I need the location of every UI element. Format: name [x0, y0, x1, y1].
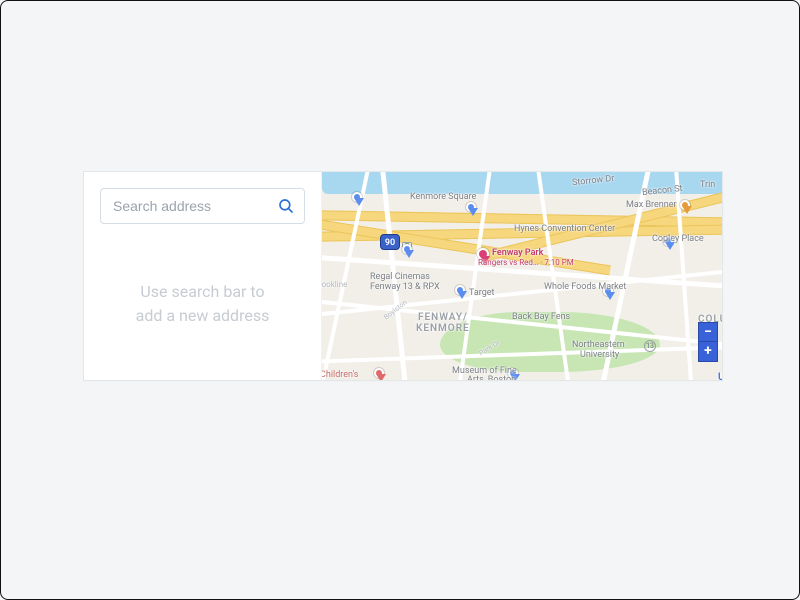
poi-label: Target	[469, 288, 495, 298]
zoom-in-button[interactable]: +	[698, 342, 718, 362]
map-pin-icon[interactable]	[374, 368, 384, 378]
zoom-out-button[interactable]: −	[698, 322, 718, 342]
poi-label: Northeastern	[572, 340, 625, 350]
poi-label: Max Brenner	[626, 200, 677, 210]
poi-label: Children's	[322, 370, 358, 380]
poi-label: Fenway 13 & RPX	[370, 282, 440, 292]
map-ui-label: U	[718, 372, 722, 380]
map-canvas[interactable]: 90 T 13 Kenmore Square Storrow Dr Beacon…	[322, 172, 722, 380]
exit-marker-icon: 13	[644, 340, 656, 352]
district-label: KENMORE	[416, 323, 470, 334]
poi-label: Trin	[700, 180, 715, 190]
poi-label: Kenmore Square	[410, 192, 476, 202]
poi-label: Copley Place	[652, 234, 704, 244]
empty-state-hint: Use search bar to add a new address	[100, 280, 305, 328]
map-pin-icon[interactable]	[352, 192, 362, 202]
map-pin-icon[interactable]	[466, 202, 476, 212]
app-frame: Use search bar to add a new address 90 T	[0, 0, 800, 600]
poi-label: Back Bay Fens	[512, 312, 570, 322]
poi-label: University	[580, 350, 619, 360]
road-label: Brookline	[322, 280, 347, 289]
poi-label: Whole Foods Market	[544, 282, 626, 292]
featured-poi-label: Fenway Park	[492, 248, 543, 258]
search-field-wrap	[100, 188, 305, 224]
address-picker-panel: Use search bar to add a new address 90 T	[83, 171, 723, 381]
district-label: FENWAY/	[418, 312, 468, 323]
empty-hint-line: add a new address	[104, 304, 301, 328]
poi-label: Arts, Boston	[467, 375, 516, 380]
map-pin-icon[interactable]	[402, 244, 412, 254]
empty-hint-line: Use search bar to	[104, 280, 301, 304]
poi-label: Hynes Convention Center	[514, 224, 615, 234]
zoom-controls: − +	[698, 322, 718, 362]
poi-label: Regal Cinemas	[370, 272, 430, 282]
search-icon[interactable]	[271, 191, 301, 221]
highway-shield-icon: 90	[380, 234, 400, 250]
search-sidebar: Use search bar to add a new address	[84, 172, 322, 380]
map-pin-icon[interactable]	[455, 285, 465, 295]
featured-poi-subtitle: Rangers vs Red… · 7:10 PM	[478, 258, 574, 267]
map-pin-icon[interactable]	[680, 200, 690, 210]
